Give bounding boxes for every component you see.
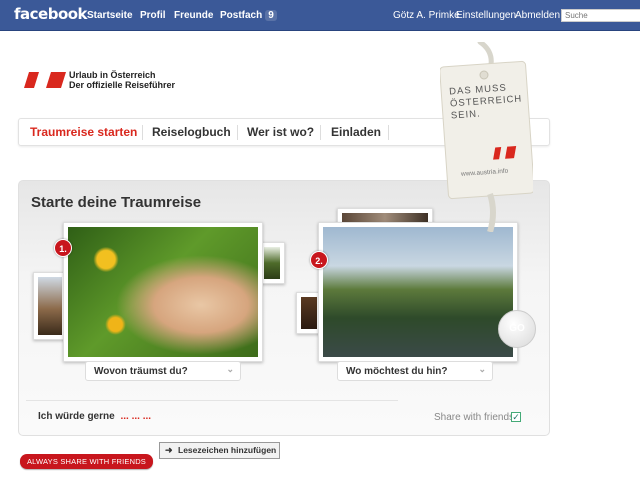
nav-profil[interactable]: Profil <box>140 10 166 21</box>
step-2-badge: 2. <box>310 251 328 269</box>
panel-title: Starte deine Traumreise <box>31 194 202 211</box>
share-label: Share with friends <box>434 412 515 423</box>
wish-label: Ich würde gerne <box>38 411 115 422</box>
search-input[interactable] <box>561 9 640 22</box>
brand-subtitle: Der offizielle Reiseführer <box>69 80 176 90</box>
facebook-logo[interactable]: facebook <box>14 5 88 23</box>
thumbnail-photo[interactable] <box>33 272 67 340</box>
panel-divider <box>26 400 398 401</box>
wish-placeholder[interactable]: ... ... ... <box>120 411 151 422</box>
nav-freunde[interactable]: Freunde <box>174 10 213 21</box>
always-share-button[interactable]: ALWAYS SHARE WITH FRIENDS <box>20 454 153 469</box>
tag-line-3: SEIN. <box>451 108 482 121</box>
nav-einstellungen[interactable]: Einstellungen <box>456 10 516 21</box>
nav-startseite[interactable]: Startseite <box>87 10 133 21</box>
nav-postfach[interactable]: Postfach 9 <box>220 10 277 21</box>
bookmark-label: Lesezeichen hinzufügen <box>178 445 277 455</box>
postfach-count-badge: 9 <box>265 10 277 21</box>
dream-photo[interactable] <box>63 222 263 362</box>
nav-abmelden[interactable]: Abmelden <box>515 10 560 21</box>
destination-dropdown-label: Wo möchtest du hin? <box>346 366 448 377</box>
brand-title: Urlaub in Österreich <box>69 70 156 80</box>
postfach-label: Postfach <box>220 10 263 21</box>
dream-dropdown[interactable]: Wovon träumst du? ⌄ <box>85 361 241 381</box>
austria-flag-icon <box>24 72 66 88</box>
nav-user-profile[interactable]: Götz A. Primke <box>393 10 460 21</box>
tab-wer-ist-wo[interactable]: Wer ist wo? <box>247 125 314 139</box>
tab-reiselogbuch[interactable]: Reiselogbuch <box>152 125 231 139</box>
destination-photo[interactable] <box>318 222 518 362</box>
chevron-down-icon: ⌄ <box>478 364 486 374</box>
bookmark-icon: ➜ <box>165 445 173 455</box>
wish-sentence: Ich würde gerne ... ... ... <box>38 411 151 422</box>
brand-text: Urlaub in Österreich Der offizielle Reis… <box>69 70 175 90</box>
tab-divider <box>320 125 321 140</box>
destination-dropdown[interactable]: Wo möchtest du hin? ⌄ <box>337 361 493 381</box>
facebook-topbar: facebook Startseite Profil Freunde Postf… <box>0 0 640 31</box>
go-button[interactable]: GO <box>498 310 536 348</box>
share-checkbox[interactable]: ✓ <box>511 412 521 422</box>
tab-einladen[interactable]: Einladen <box>331 125 381 139</box>
austria-tag: DAS MUSS ÖSTERREICH SEIN. www.austria.in… <box>440 42 533 232</box>
tab-divider <box>142 125 143 140</box>
tab-divider <box>388 125 389 140</box>
step-1-badge: 1. <box>54 239 72 257</box>
chevron-down-icon: ⌄ <box>226 364 234 374</box>
dream-dropdown-label: Wovon träumst du? <box>94 366 188 377</box>
add-bookmark-button[interactable]: ➜ Lesezeichen hinzufügen <box>159 442 280 459</box>
tab-divider <box>237 125 238 140</box>
tab-traumreise-starten[interactable]: Traumreise starten <box>30 125 137 139</box>
